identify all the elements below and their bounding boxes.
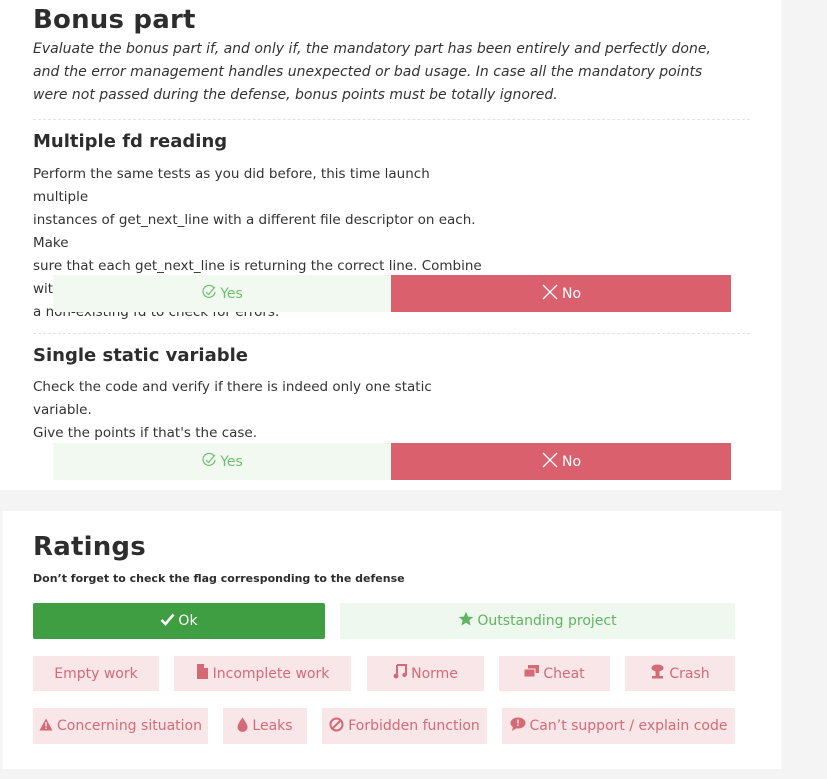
flag-label: Leaks <box>252 718 293 734</box>
copy-icon <box>523 665 540 682</box>
flag-label: Concerning situation <box>57 718 202 734</box>
no-label: No <box>561 453 582 470</box>
desc-line: instances of get_next_line with a differ… <box>33 212 476 251</box>
section-title-multiple-fd: Multiple fd reading <box>33 131 228 152</box>
yes-label: Yes <box>220 453 243 470</box>
close-icon <box>541 451 559 473</box>
bonus-intro: Evaluate the bonus part if, and only if,… <box>33 41 711 103</box>
no-button[interactable]: No <box>391 275 731 312</box>
no-button[interactable]: No <box>391 443 731 480</box>
section-desc-single-static: Check the code and verify if there is in… <box>33 376 493 445</box>
flag-label: Incomplete work <box>212 665 330 682</box>
flag-norme[interactable]: Norme <box>367 656 484 691</box>
ok-label: Ok <box>178 613 198 629</box>
flag-crash[interactable]: Crash <box>625 656 735 691</box>
check-circle-icon <box>201 284 217 304</box>
desc-line: Give the points if that's the case. <box>33 425 258 441</box>
right-margin <box>781 0 827 779</box>
flag-label: Empty work <box>54 665 138 682</box>
flag-incomplete-work[interactable]: Incomplete work <box>174 656 351 691</box>
separator <box>33 119 750 120</box>
checkmark-icon <box>160 613 175 630</box>
desc-line: Check the code and verify if there is in… <box>33 379 432 418</box>
no-label: No <box>561 285 582 302</box>
warning-icon <box>39 718 53 735</box>
outstanding-project-button[interactable]: Outstanding project <box>340 603 735 639</box>
flag-concerning-situation[interactable]: Concerning situation <box>33 708 208 744</box>
yes-label: Yes <box>220 285 243 302</box>
yes-button[interactable]: Yes <box>53 443 391 480</box>
ratings-title: Ratings <box>33 532 146 562</box>
yes-button[interactable]: Yes <box>53 275 391 312</box>
bonus-title: Bonus part <box>33 5 196 35</box>
flag-forbidden-function[interactable]: Forbidden function <box>322 708 487 744</box>
star-icon <box>458 611 474 631</box>
check-circle-icon <box>201 452 217 472</box>
flag-cheat[interactable]: Cheat <box>499 656 610 691</box>
outstanding-label: Outstanding project <box>477 613 617 629</box>
ok-button[interactable]: Ok <box>33 603 325 639</box>
explosion-icon <box>650 664 665 683</box>
flag-label: Crash <box>669 665 710 682</box>
file-icon <box>196 664 209 683</box>
flag-label: Forbidden function <box>348 718 480 734</box>
flag-empty-work[interactable]: Empty work <box>33 656 159 691</box>
flag-cant-support-explain-code[interactable]: Can’t support / explain code <box>502 708 735 744</box>
droplet-icon <box>237 717 248 736</box>
flag-label: Can’t support / explain code <box>529 718 728 734</box>
close-icon <box>541 283 559 305</box>
desc-line: Perform the same tests as you did before… <box>33 166 430 205</box>
speech-bubble-icon <box>510 717 526 736</box>
ban-icon <box>329 717 344 736</box>
flag-leaks[interactable]: Leaks <box>223 708 307 744</box>
music-note-icon <box>393 664 408 683</box>
flag-label: Norme <box>411 665 458 682</box>
separator <box>33 333 750 334</box>
section-title-single-static: Single static variable <box>33 345 248 366</box>
ratings-subtitle: Don’t forget to check the flag correspon… <box>33 572 405 585</box>
flag-label: Cheat <box>543 665 585 682</box>
